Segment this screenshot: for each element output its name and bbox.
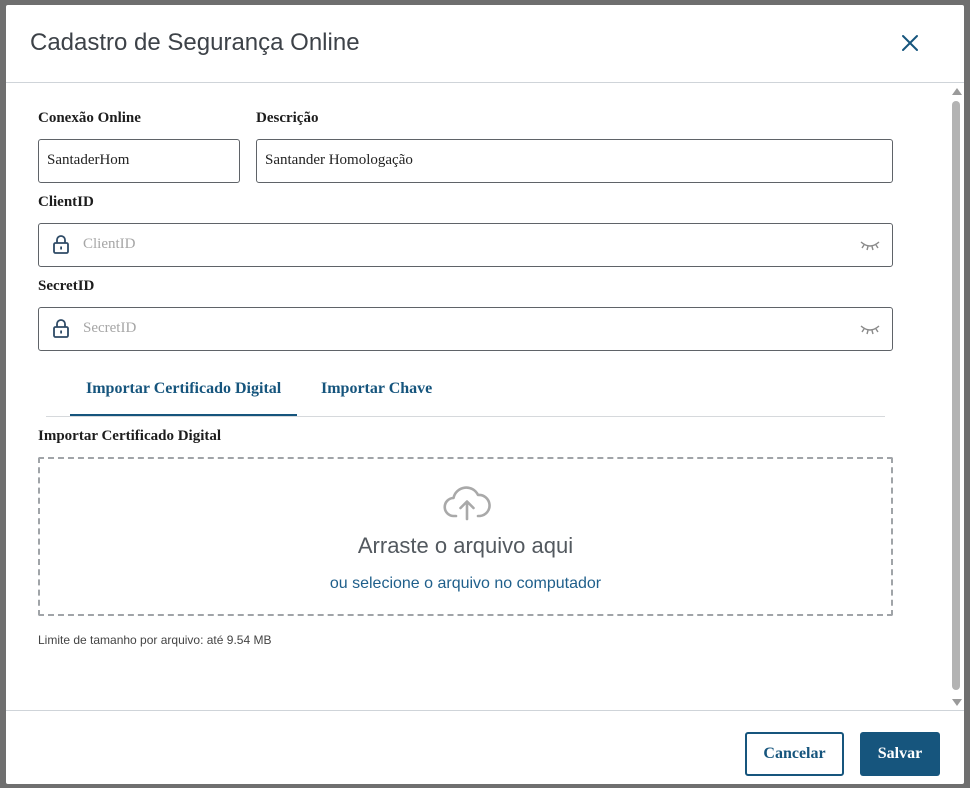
lock-icon [53, 235, 69, 254]
file-dropzone[interactable]: Arraste o arquivo aqui ou selecione o ar… [38, 457, 893, 616]
scrollbar[interactable] [950, 85, 964, 710]
clientid-label: ClientID [38, 194, 94, 210]
secretid-input[interactable]: SecretID [38, 307, 893, 351]
close-icon[interactable] [899, 32, 921, 54]
tab-importar-certificado[interactable]: Importar Certificado Digital [86, 380, 281, 398]
security-dialog: Cadastro de Segurança Online Conexão Onl… [6, 5, 964, 784]
save-button[interactable]: Salvar [860, 732, 940, 776]
dropzone-text: Arraste o arquivo aqui [357, 533, 574, 558]
dialog-footer: Cancelar Salvar [6, 710, 964, 784]
scrollbar-thumb[interactable] [952, 101, 960, 690]
tab-active-indicator [70, 414, 297, 416]
cancel-button[interactable]: Cancelar [745, 732, 844, 776]
size-limit-text: Limite de tamanho por arquivo: até 9.54 … [38, 633, 272, 647]
secretid-label: SecretID [38, 278, 95, 294]
clientid-placeholder: ClientID [83, 236, 136, 252]
conexao-online-input[interactable]: SantaderHom [38, 139, 240, 183]
tab-importar-chave[interactable]: Importar Chave [321, 380, 432, 398]
cloud-upload-icon [443, 486, 491, 521]
lock-icon [53, 319, 69, 338]
upload-section-label: Importar Certificado Digital [38, 428, 222, 444]
scroll-down-arrow-icon[interactable] [952, 699, 962, 706]
dialog-title: Cadastro de Segurança Online [30, 29, 360, 56]
eye-closed-icon[interactable] [859, 239, 881, 251]
tab-divider [46, 416, 885, 417]
descricao-value: Santander Homologação [265, 152, 413, 168]
scroll-up-arrow-icon[interactable] [952, 88, 962, 95]
descricao-input[interactable]: Santander Homologação [256, 139, 893, 183]
secretid-placeholder: SecretID [83, 320, 137, 336]
descricao-label: Descrição [256, 110, 319, 126]
clientid-input[interactable]: ClientID [38, 223, 893, 267]
conexao-online-label: Conexão Online [38, 110, 141, 126]
eye-closed-icon[interactable] [859, 323, 881, 335]
select-file-link[interactable]: ou selecione o arquivo no computador [40, 575, 891, 593]
conexao-online-value: SantaderHom [47, 152, 130, 168]
dialog-header: Cadastro de Segurança Online [6, 5, 964, 83]
